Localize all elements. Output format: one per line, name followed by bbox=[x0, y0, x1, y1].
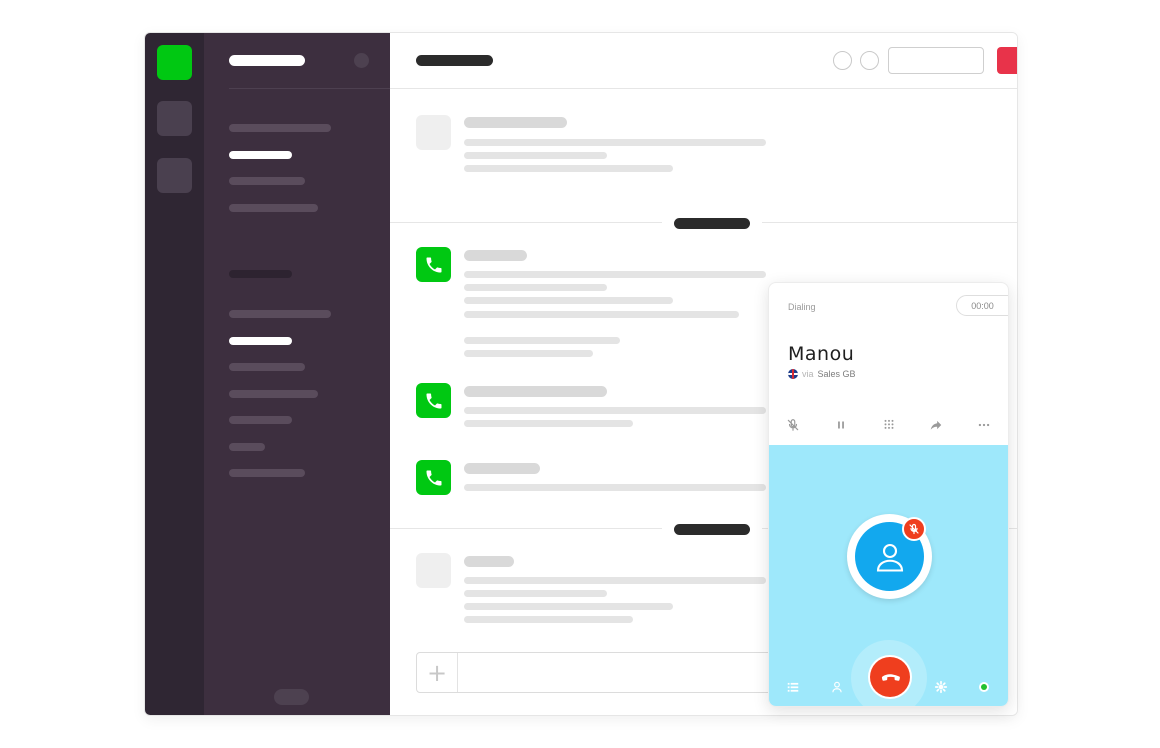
keypad-icon bbox=[884, 419, 894, 429]
call-entry-tile bbox=[416, 383, 451, 418]
entry-line bbox=[464, 337, 620, 344]
list-icon bbox=[787, 682, 799, 692]
call-controls bbox=[769, 415, 1008, 435]
add-icon[interactable]: + bbox=[417, 653, 458, 692]
sidebar-footer-toggle[interactable] bbox=[274, 689, 309, 705]
entry-line bbox=[464, 297, 673, 304]
topbar-action-button[interactable] bbox=[833, 51, 852, 70]
sidebar-section-heading bbox=[229, 270, 292, 278]
sidebar-item[interactable] bbox=[229, 390, 318, 398]
entry-line bbox=[464, 407, 766, 414]
phone-icon bbox=[426, 393, 441, 408]
entry-heading bbox=[464, 117, 567, 128]
transfer-icon bbox=[930, 420, 942, 430]
call-entry-tile bbox=[416, 460, 451, 495]
alert-button[interactable] bbox=[997, 47, 1017, 74]
entry-heading bbox=[464, 386, 607, 397]
mic-off-icon bbox=[909, 523, 919, 535]
via-line-name: Sales GB bbox=[817, 369, 856, 379]
entry-line bbox=[464, 271, 766, 278]
message-composer[interactable]: + bbox=[416, 652, 776, 693]
entry-line bbox=[464, 603, 673, 610]
sidebar-item-active[interactable] bbox=[229, 151, 292, 159]
sidebar-item[interactable] bbox=[229, 310, 331, 318]
search-input[interactable] bbox=[888, 47, 984, 74]
hold-button[interactable] bbox=[831, 415, 851, 435]
contacts-button[interactable] bbox=[829, 679, 845, 695]
sidebar-item[interactable] bbox=[229, 443, 265, 451]
entry-line bbox=[464, 577, 766, 584]
hangup-icon bbox=[881, 674, 900, 681]
presence-icon[interactable] bbox=[979, 682, 989, 692]
call-stage bbox=[769, 445, 1008, 706]
workspace-active[interactable] bbox=[157, 45, 192, 80]
phone-icon bbox=[426, 257, 441, 272]
sidebar bbox=[204, 33, 390, 715]
entry-line bbox=[464, 420, 633, 427]
settings-icon bbox=[934, 680, 948, 694]
entry-line bbox=[464, 139, 766, 146]
sidebar-item-active[interactable] bbox=[229, 337, 292, 345]
transfer-button[interactable] bbox=[926, 415, 946, 435]
topbar-action-button[interactable] bbox=[860, 51, 879, 70]
call-entry-tile bbox=[416, 247, 451, 282]
entry-heading bbox=[464, 463, 540, 474]
entry-line bbox=[464, 152, 607, 159]
uk-flag-icon bbox=[788, 369, 798, 379]
person-icon bbox=[876, 543, 903, 572]
more-icon bbox=[978, 423, 990, 427]
phone-icon bbox=[426, 470, 441, 485]
call-list-button[interactable] bbox=[785, 679, 801, 695]
sidebar-item[interactable] bbox=[229, 416, 292, 424]
sidebar-title bbox=[229, 55, 305, 66]
call-status: Dialing bbox=[788, 302, 816, 312]
mute-icon bbox=[787, 419, 799, 431]
mute-button[interactable] bbox=[783, 415, 803, 435]
more-button[interactable] bbox=[974, 415, 994, 435]
sidebar-item[interactable] bbox=[229, 124, 331, 132]
via-prefix: via bbox=[802, 369, 814, 379]
settings-button[interactable] bbox=[933, 679, 949, 695]
topbar bbox=[390, 33, 1017, 89]
entry-line bbox=[464, 311, 739, 318]
sidebar-item[interactable] bbox=[229, 363, 305, 371]
workspace-item[interactable] bbox=[157, 101, 192, 136]
hangup-button[interactable] bbox=[870, 657, 910, 697]
pause-icon bbox=[838, 421, 844, 429]
avatar-placeholder bbox=[416, 553, 451, 588]
muted-badge bbox=[902, 517, 926, 541]
entry-line bbox=[464, 284, 607, 291]
page-title bbox=[416, 55, 493, 66]
call-widget: Dialing 00:00 Manou via Sales GB bbox=[768, 282, 1009, 707]
contact-icon bbox=[832, 681, 842, 693]
avatar-placeholder bbox=[416, 115, 451, 150]
entry-heading bbox=[464, 250, 527, 261]
entry-line bbox=[464, 484, 766, 491]
sidebar-item[interactable] bbox=[229, 177, 305, 185]
date-separator-label bbox=[674, 218, 750, 229]
sidebar-divider bbox=[229, 88, 390, 89]
entry-line bbox=[464, 350, 593, 357]
sidebar-item[interactable] bbox=[229, 469, 305, 477]
entry-line bbox=[464, 616, 633, 623]
keypad-button[interactable] bbox=[879, 415, 899, 435]
workspace-item[interactable] bbox=[157, 158, 192, 193]
via-line-row: via Sales GB bbox=[788, 369, 856, 379]
entry-line bbox=[464, 590, 607, 597]
date-separator-label bbox=[674, 524, 750, 535]
entry-heading bbox=[464, 556, 514, 567]
call-timer: 00:00 bbox=[956, 295, 1008, 316]
entry-line bbox=[464, 165, 673, 172]
workspace-rail bbox=[145, 33, 204, 715]
sidebar-status-dot[interactable] bbox=[354, 53, 369, 68]
caller-name: Manou bbox=[788, 343, 855, 365]
sidebar-item[interactable] bbox=[229, 204, 318, 212]
